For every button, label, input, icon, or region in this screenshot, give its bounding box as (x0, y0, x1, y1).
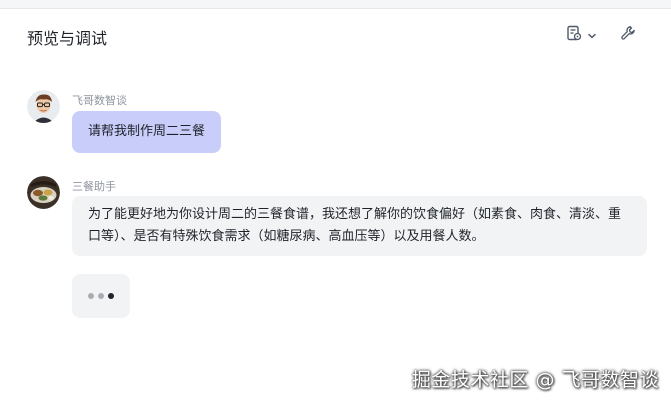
chevron-down-icon (587, 26, 597, 45)
typing-dot (88, 293, 94, 299)
bot-message-bubble: 为了能更好地为你设计周二的三餐食谱，我还想了解你的饮食偏好（如素食、肉食、清淡、… (72, 196, 647, 256)
document-settings-icon (566, 25, 582, 45)
user-avatar (27, 90, 60, 123)
watermark: 掘金技术社区 @ 飞哥数智谈 (411, 369, 659, 391)
top-strip (0, 0, 671, 9)
document-settings-button[interactable] (566, 24, 602, 46)
sender-name: 三餐助手 (72, 180, 116, 193)
wrench-icon (620, 25, 636, 45)
page-title: 预览与调试 (27, 29, 108, 48)
typing-dot (98, 293, 104, 299)
chat-preview-page: 预览与调试 飞哥数智谈 请帮我制作周二三餐 三餐助手 为了能更好地为你设计周二的… (0, 0, 671, 402)
user-message-bubble: 请帮我制作周二三餐 (72, 111, 222, 153)
debug-tool-button[interactable] (617, 24, 639, 46)
preview-header: 预览与调试 (0, 10, 671, 60)
sender-name: 飞哥数智谈 (72, 94, 127, 107)
bot-avatar (27, 176, 60, 209)
typing-indicator (72, 274, 130, 318)
typing-dot-active (108, 293, 114, 299)
